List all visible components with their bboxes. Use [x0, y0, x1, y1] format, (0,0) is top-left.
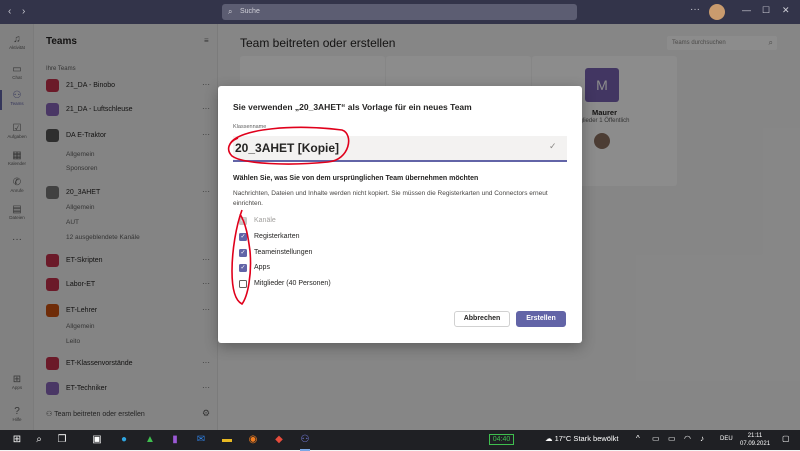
dialog-title: Sie verwenden „20_3AHET“ als Vorlage für…: [233, 102, 472, 112]
firefox-icon[interactable]: ◉: [246, 433, 260, 447]
create-team-dialog: Sie verwenden „20_3AHET“ als Vorlage für…: [218, 86, 582, 343]
weather-widget[interactable]: ☁ 17°C Stark bewölkt: [545, 434, 618, 443]
clock[interactable]: 21:11 07.09.2021: [740, 432, 770, 448]
file-explorer-icon[interactable]: ▬: [220, 433, 234, 447]
checkbox: ✓: [239, 217, 247, 225]
onenote-icon[interactable]: ▮: [168, 433, 182, 447]
checkbox[interactable]: [239, 280, 247, 288]
back-arrow-icon[interactable]: ‹: [8, 6, 11, 17]
section-heading: Wählen Sie, was Sie von dem ursprünglich…: [233, 175, 479, 182]
create-button[interactable]: Erstellen: [516, 311, 566, 327]
section-description: Nachrichten, Dateien und Inhalte werden …: [233, 190, 548, 207]
windows-taskbar: ⊞ ⌕ ❐ ▣ ● ▲ ▮ ✉ ▬ ◉ ◆ ⚇ 04:40 ☁ 17°C Sta…: [0, 430, 800, 451]
check-circle-icon: ✓: [549, 141, 557, 151]
edge-icon[interactable]: ●: [117, 433, 131, 447]
checkbox[interactable]: ✓: [239, 249, 247, 257]
avatar[interactable]: [709, 4, 725, 20]
close-icon[interactable]: ✕: [782, 5, 790, 16]
class-name-input[interactable]: 20_3AHET [Kopie] ✓: [233, 136, 567, 162]
teams-icon[interactable]: ⚇: [298, 433, 312, 451]
forward-arrow-icon[interactable]: ›: [22, 6, 25, 17]
app-icon[interactable]: ▲: [143, 433, 157, 447]
input-language[interactable]: DEU: [720, 436, 733, 442]
field-label: Klassenname: [233, 124, 267, 130]
red-annotation: [227, 126, 350, 306]
title-bar: ‹ › ⌕ Suche ··· — ☐ ✕: [0, 0, 800, 24]
cancel-button[interactable]: Abbrechen: [454, 311, 510, 327]
outlook-icon[interactable]: ✉: [194, 433, 208, 447]
more-options-icon[interactable]: ···: [690, 4, 700, 15]
chevron-up-icon[interactable]: ^: [636, 434, 640, 443]
store-icon[interactable]: ▣: [90, 433, 104, 447]
search-input[interactable]: ⌕ Suche: [222, 4, 577, 20]
notification-icon[interactable]: ▢: [782, 434, 790, 443]
minimize-icon[interactable]: —: [742, 5, 751, 15]
cloud-icon: ☁: [545, 434, 555, 443]
windows-start-icon[interactable]: ⊞: [10, 433, 24, 447]
class-name-value: 20_3AHET [Kopie]: [235, 141, 340, 155]
battery-indicator: 04:40: [489, 434, 514, 445]
wifi-icon[interactable]: ◠: [684, 434, 691, 443]
device-icon[interactable]: ▭: [652, 434, 660, 443]
checkbox[interactable]: ✓: [239, 264, 247, 272]
search-icon: ⌕: [228, 7, 233, 16]
volume-icon[interactable]: ♪: [700, 434, 704, 443]
search-placeholder: Suche: [240, 8, 260, 15]
maximize-icon[interactable]: ☐: [762, 5, 770, 16]
app-icon[interactable]: ◆: [272, 433, 286, 447]
network-icon[interactable]: ▭: [668, 434, 676, 443]
checkbox[interactable]: ✓: [239, 233, 247, 241]
search-icon[interactable]: ⌕: [32, 433, 46, 447]
task-view-icon[interactable]: ❐: [55, 433, 69, 447]
